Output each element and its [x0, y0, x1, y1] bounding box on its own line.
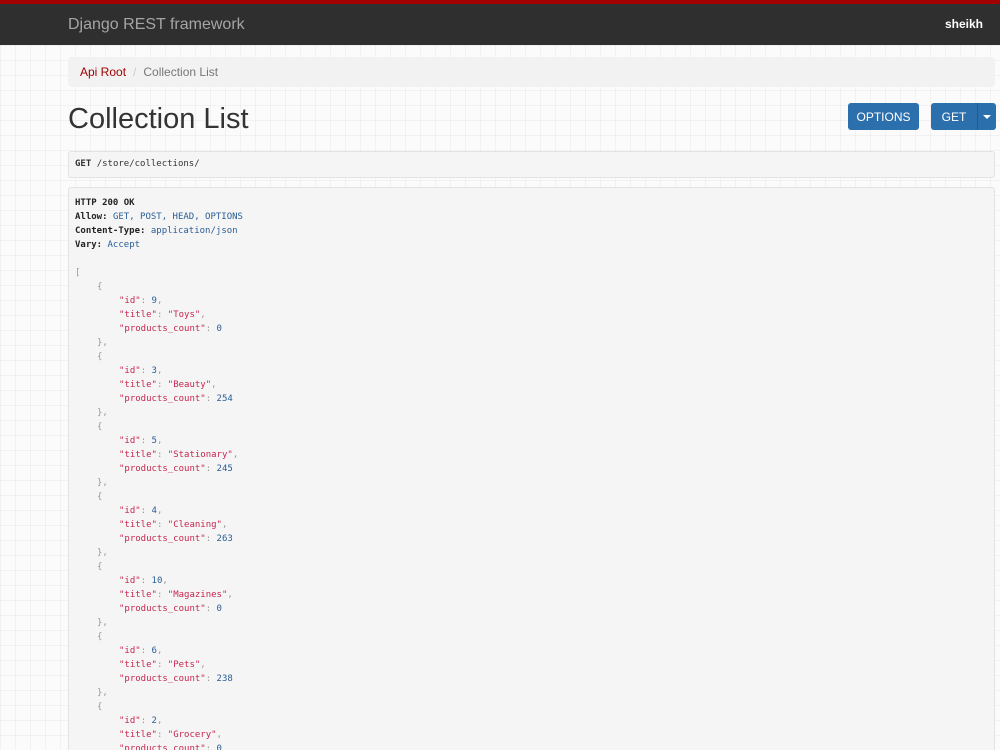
json-field-id: "id": 3, — [119, 366, 163, 376]
json-id-value: 10 — [151, 576, 163, 586]
json-object-open: { — [97, 632, 103, 642]
json-field-title: "title": "Grocery", — [119, 730, 222, 740]
response-header: Content-Type: application/json — [75, 224, 994, 238]
json-object-close: }, — [97, 478, 108, 488]
json-key: "id" — [119, 716, 141, 726]
json-field-id: "id": 10, — [119, 576, 168, 586]
json-object-close: }, — [97, 688, 108, 698]
breadcrumb-api-root-link[interactable]: Api Root — [80, 65, 126, 79]
json-field-id: "id": 2, — [119, 716, 163, 726]
json-title-value: "Beauty" — [167, 380, 212, 390]
response-status-line: HTTP 200 OK — [75, 196, 994, 210]
header-value: GET, POST, HEAD, OPTIONS — [112, 212, 243, 222]
json-field-id: "id": 5, — [119, 436, 163, 446]
json-products-count-value: 245 — [216, 464, 233, 474]
json-field-title: "title": "Stationary", — [119, 450, 239, 460]
json-field-products-count: "products_count": 263 — [119, 534, 233, 544]
json-field-title: "title": "Beauty", — [119, 380, 217, 390]
json-key: "title" — [119, 520, 157, 530]
request-info: GET /store/collections/ — [68, 151, 995, 178]
json-title-value: "Grocery" — [167, 730, 217, 740]
json-field-title: "title": "Toys", — [119, 310, 206, 320]
json-key: "id" — [119, 366, 141, 376]
json-products-count-value: 0 — [216, 604, 222, 614]
json-field-id: "id": 6, — [119, 646, 163, 656]
json-key: "products_count" — [119, 394, 206, 404]
breadcrumb-separator: / — [133, 65, 137, 79]
json-object-close: }, — [97, 548, 108, 558]
response-status: HTTP 200 OK — [75, 198, 135, 208]
brand-name[interactable]: Django REST framework — [68, 4, 245, 45]
json-key: "products_count" — [119, 744, 206, 750]
json-field-products-count: "products_count": 0 — [75, 742, 994, 750]
json-key: "products_count" — [119, 604, 206, 614]
options-button[interactable]: OPTIONS — [848, 103, 919, 130]
breadcrumb: Api Root / Collection List — [68, 57, 995, 87]
header-value: Accept — [107, 240, 141, 250]
json-key: "title" — [119, 660, 157, 670]
json-products-count-value: 263 — [216, 534, 233, 544]
json-object-close: }, — [97, 408, 108, 418]
json-field-title: "title": "Magazines", — [119, 590, 233, 600]
json-title-value: "Magazines" — [167, 590, 228, 600]
json-object-open: { — [97, 422, 103, 432]
json-object-open: { — [97, 562, 103, 572]
json-title-value: "Stationary" — [167, 450, 233, 460]
header-name: Allow: — [75, 212, 108, 222]
json-key: "id" — [119, 576, 141, 586]
user-menu[interactable]: sheikh — [945, 4, 983, 45]
json-key: "products_count" — [119, 534, 206, 544]
json-object-close: }, — [97, 338, 108, 348]
json-object-open: { — [97, 352, 103, 362]
json-title-value: "Toys" — [167, 310, 201, 320]
get-format-dropdown-button[interactable] — [977, 103, 996, 130]
json-object-close: }, — [97, 618, 108, 628]
json-field-products-count: "products_count": 0 — [119, 324, 222, 334]
json-field-id: "id": 4, — [119, 506, 163, 516]
json-field-title: "title": "Cleaning", — [119, 520, 228, 530]
json-open-bracket: [ — [75, 268, 81, 278]
header-name: Vary: — [75, 240, 103, 250]
json-response-body: [ { "id": 9, "title": "Toys", "products_cou… — [75, 266, 994, 750]
header-value: application/json — [150, 226, 238, 236]
json-field-products-count: "products_count": 238 — [119, 674, 233, 684]
request-path: /store/collections/ — [96, 159, 200, 169]
navbar: Django REST framework sheikh — [0, 4, 1000, 45]
json-field-products-count: "products_count": 254 — [119, 394, 233, 404]
breadcrumb-current: Collection List — [143, 65, 219, 79]
response-header: Allow: GET, POST, HEAD, OPTIONS — [75, 210, 994, 224]
json-field-products-count: "products_count": 0 — [119, 604, 222, 614]
json-key: "id" — [119, 436, 141, 446]
json-key: "id" — [119, 506, 141, 516]
json-object-open: { — [97, 492, 103, 502]
json-key: "title" — [119, 310, 157, 320]
json-title-value: "Pets" — [167, 660, 201, 670]
json-field-products-count: "products_count": 245 — [119, 464, 233, 474]
header-name: Content-Type: — [75, 226, 146, 236]
json-key: "id" — [119, 646, 141, 656]
json-key: "title" — [119, 590, 157, 600]
json-field-id: "id": 9, — [119, 296, 163, 306]
request-method: GET — [75, 159, 92, 169]
json-object-open: { — [97, 702, 103, 712]
json-key: "title" — [119, 380, 157, 390]
json-products-count-value: 238 — [216, 674, 233, 684]
get-button[interactable]: GET — [931, 103, 977, 130]
json-title-value: "Cleaning" — [167, 520, 222, 530]
json-products-count-value: 254 — [216, 394, 233, 404]
json-key: "title" — [119, 730, 157, 740]
json-field-title: "title": "Pets", — [119, 660, 206, 670]
response-header: Vary: Accept — [75, 238, 994, 252]
response-info: HTTP 200 OK Allow: GET, POST, HEAD, OPTI… — [68, 187, 995, 750]
json-key: "products_count" — [119, 674, 206, 684]
json-products-count-value: 0 — [216, 744, 222, 750]
json-key: "id" — [119, 296, 141, 306]
caret-down-icon — [983, 115, 991, 120]
json-object-open: { — [97, 282, 103, 292]
json-key: "products_count" — [119, 324, 206, 334]
json-key: "products_count" — [119, 464, 206, 474]
json-key: "title" — [119, 450, 157, 460]
json-products-count-value: 0 — [216, 324, 222, 334]
page-title: Collection List — [68, 103, 249, 135]
